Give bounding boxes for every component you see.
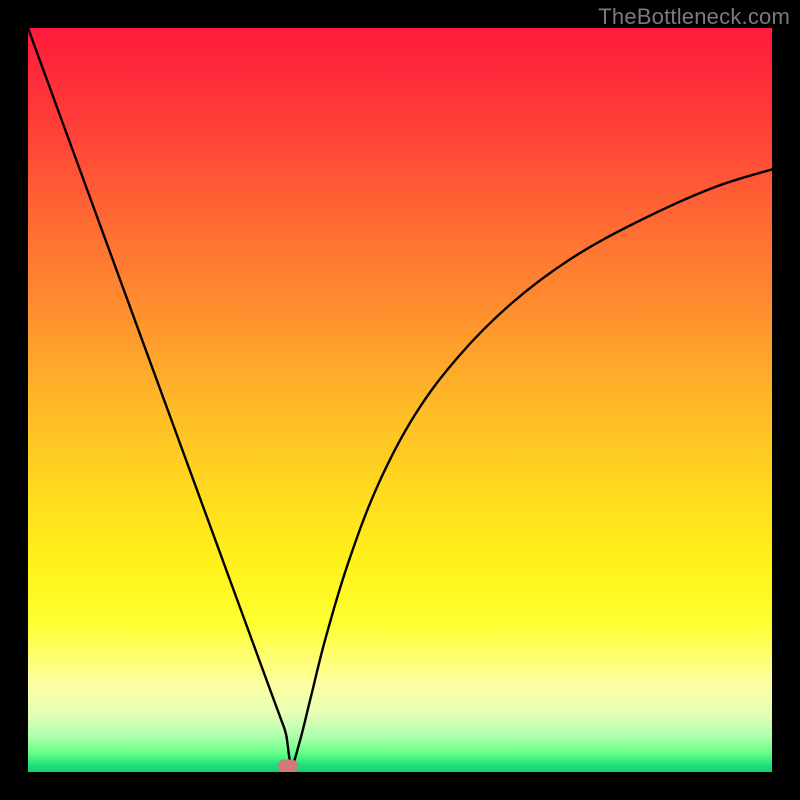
watermark-text: TheBottleneck.com	[598, 4, 790, 30]
chart-frame: TheBottleneck.com	[0, 0, 800, 800]
plot-area	[28, 28, 772, 772]
bottleneck-curve	[28, 28, 772, 772]
optimal-marker-icon	[278, 760, 298, 772]
